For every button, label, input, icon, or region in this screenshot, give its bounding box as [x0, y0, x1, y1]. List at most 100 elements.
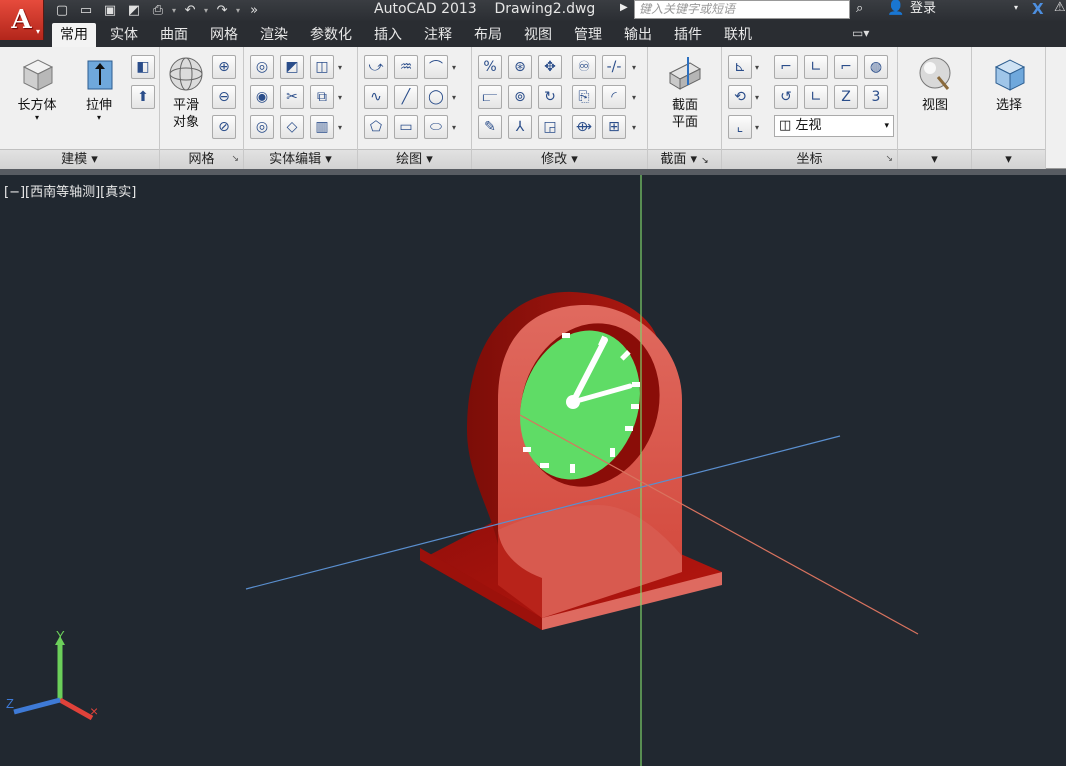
ellipse-icon[interactable]: ⬭ [424, 115, 448, 139]
polyline-icon[interactable]: ⤻ [364, 55, 388, 79]
rotate-icon[interactable]: ↻ [538, 85, 562, 109]
fillet-icon[interactable]: ◜ [602, 85, 626, 109]
intersect-icon[interactable]: ◎ [250, 115, 274, 139]
rectangle-icon[interactable]: ▭ [394, 115, 418, 139]
panel-modeling-title[interactable]: 建模 ▾ [0, 149, 159, 169]
view-button[interactable]: 视图 [910, 55, 960, 114]
new-icon[interactable]: ▢ [52, 2, 72, 20]
dropdown-arrow-icon[interactable]: ▾ [204, 6, 208, 15]
dropdown-arrow-icon[interactable]: ▾ [452, 123, 456, 132]
open-icon[interactable]: ▭ [76, 2, 96, 20]
tab-annotate[interactable]: 注释 [416, 23, 460, 47]
imprint-icon[interactable]: ⧉ [310, 85, 334, 109]
dropdown-arrow-icon[interactable]: ▾ [338, 123, 342, 132]
polygon-icon[interactable]: ⬠ [364, 115, 388, 139]
arc-icon[interactable]: ⌒ [424, 55, 448, 79]
rectangular-array-icon[interactable]: ⊞ [602, 115, 626, 139]
binoculars-icon[interactable]: ⌕ [856, 1, 863, 16]
fillet-edge-icon[interactable]: ◩ [280, 55, 304, 79]
dropdown-arrow-icon[interactable]: ▾ [632, 63, 636, 72]
extract-edges-icon[interactable]: ◫ [310, 55, 334, 79]
scale-icon[interactable]: ◲ [538, 115, 562, 139]
ucs-3point-icon[interactable]: 3 [864, 85, 888, 109]
tab-solid[interactable]: 实体 [102, 23, 146, 47]
save-icon[interactable]: ▣ [100, 2, 120, 20]
3d-align-icon[interactable]: ⅄ [508, 115, 532, 139]
smooth-object-button[interactable]: 平滑 对象 [164, 55, 208, 131]
ucs-icon[interactable]: ⊾ [728, 55, 752, 79]
undo-icon[interactable]: ↶ [180, 2, 200, 20]
dropdown-arrow-icon[interactable]: ▾ [338, 63, 342, 72]
dropdown-arrow-icon[interactable]: ▾ [172, 6, 176, 15]
mesh-remove-icon[interactable]: ⊖ [212, 85, 236, 109]
panel-mesh-title[interactable]: 网格 ↘ [160, 149, 243, 169]
line-icon[interactable]: ╱ [394, 85, 418, 109]
tab-output[interactable]: 输出 [616, 23, 660, 47]
shell-icon[interactable]: ◇ [280, 115, 304, 139]
ucs-globe-icon[interactable]: ◍ [864, 55, 888, 79]
panel-section-title[interactable]: 截面 ▾ ↘ [648, 149, 721, 169]
extrude-button[interactable]: 拉伸 ▾ [70, 55, 128, 122]
dropdown-arrow-icon[interactable]: ▾ [452, 93, 456, 102]
redo-icon[interactable]: ↷ [212, 2, 232, 20]
tab-online[interactable]: 联机 [716, 23, 760, 47]
dropdown-arrow-icon[interactable]: ▾ [755, 123, 759, 132]
panel-view-title[interactable]: ▾ [898, 149, 971, 169]
tab-manage[interactable]: 管理 [566, 23, 610, 47]
view-combo[interactable]: ◫ 左视 ▾ [774, 115, 894, 137]
panel-selection-title[interactable]: ▾ [972, 149, 1045, 169]
dropdown-arrow-icon[interactable]: ▾ [236, 6, 240, 15]
panel-coordinates-title[interactable]: 坐标 ↘ [722, 149, 897, 169]
viewport-controls-label[interactable]: [−][西南等轴测][真实] [4, 181, 136, 200]
ucs-world-icon[interactable]: ∟ [804, 55, 828, 79]
user-icon[interactable]: 👤 [887, 0, 904, 16]
ucs-previous-icon[interactable]: ↺ [774, 85, 798, 109]
ucs-named-icon[interactable]: ⌐ [774, 55, 798, 79]
erase-icon[interactable]: ✎ [478, 115, 502, 139]
stretch-icon[interactable]: ⟴ [572, 115, 596, 139]
panel-draw-title[interactable]: 绘图 ▾ [358, 149, 471, 169]
ucs-x-icon[interactable]: ⟲ [728, 85, 752, 109]
ucs-origin-icon[interactable]: ∟ [804, 85, 828, 109]
dropdown-arrow-icon[interactable]: ▾ [755, 93, 759, 102]
box-button[interactable]: 长方体 ▾ [8, 55, 66, 122]
spline-icon[interactable]: ∿ [364, 85, 388, 109]
ucs-view-icon[interactable]: ⌞ [728, 115, 752, 139]
mesh-crease-icon[interactable]: ⊘ [212, 115, 236, 139]
subtract-icon[interactable]: ◉ [250, 85, 274, 109]
presspull-icon[interactable]: ⬆ [131, 85, 155, 109]
slice-icon[interactable]: ▥ [310, 115, 334, 139]
selection-button[interactable]: 选择 [984, 55, 1034, 114]
tab-plugins[interactable]: 插件 [666, 23, 710, 47]
3d-move-icon[interactable]: ⊛ [508, 55, 532, 79]
helix-icon[interactable]: ♒ [394, 55, 418, 79]
tab-layout[interactable]: 布局 [466, 23, 510, 47]
mesh-add-icon[interactable]: ⊕ [212, 55, 236, 79]
panel-modify-title[interactable]: 修改 ▾ [472, 149, 647, 169]
3d-rotate-icon[interactable]: ⊚ [508, 85, 532, 109]
more-commands-icon[interactable]: » [244, 2, 264, 20]
dropdown-arrow-icon[interactable]: ▾ [755, 63, 759, 72]
plot-icon[interactable]: ⎙ [148, 2, 168, 20]
dropdown-arrow-icon[interactable]: ▾ [632, 123, 636, 132]
copy-icon[interactable]: ⎘ [572, 85, 596, 109]
tab-parametric[interactable]: 参数化 [302, 23, 360, 47]
login-dropdown-icon[interactable]: ▾ [1014, 3, 1018, 12]
3d-scene[interactable]: Y Z × [0, 175, 1066, 766]
dropdown-arrow-icon[interactable]: ▾ [632, 93, 636, 102]
circle-icon[interactable]: ◯ [424, 85, 448, 109]
section-plane-button[interactable]: 截面 平面 [660, 55, 710, 131]
panel-solid-edit-title[interactable]: 实体编辑 ▾ [244, 149, 357, 169]
separate-icon[interactable]: ✂ [280, 85, 304, 109]
dropdown-arrow-icon[interactable]: ▾ [452, 63, 456, 72]
ucs-object-icon[interactable]: ⌐ [834, 55, 858, 79]
dropdown-arrow-icon[interactable]: ▾ [338, 93, 342, 102]
tab-view[interactable]: 视图 [516, 23, 560, 47]
tab-mesh[interactable]: 网格 [202, 23, 246, 47]
explode-icon[interactable]: % [478, 55, 502, 79]
tab-surface[interactable]: 曲面 [152, 23, 196, 47]
ucs-z-icon[interactable]: Z [834, 85, 858, 109]
trim-icon[interactable]: -/- [602, 55, 626, 79]
union-icon[interactable]: ◎ [250, 55, 274, 79]
save-as-icon[interactable]: ◩ [124, 2, 144, 20]
